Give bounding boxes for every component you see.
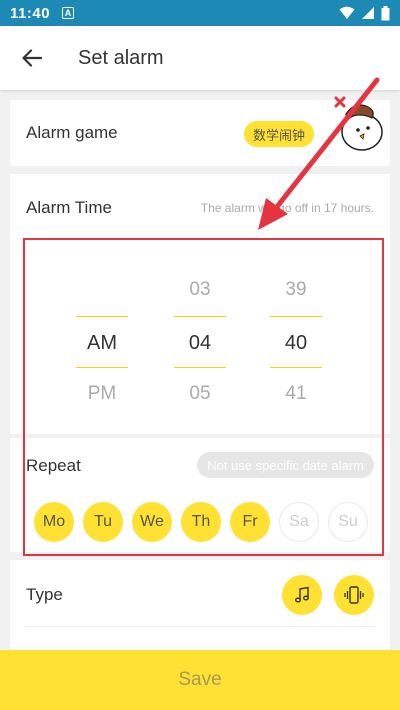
vibrate-type-button[interactable] (334, 575, 374, 615)
weekday-selector: Mo Tu We Th Fr Sa Su (34, 502, 368, 542)
type-label: Type (26, 585, 63, 604)
hour-picker[interactable]: 03 04 05 (174, 264, 226, 414)
minute-above[interactable]: 39 (270, 264, 322, 316)
page-title: Set alarm (78, 46, 164, 69)
day-friday[interactable]: Fr (230, 502, 270, 542)
arrow-left-icon (22, 49, 42, 67)
back-button[interactable] (0, 26, 64, 90)
day-saturday[interactable]: Sa (279, 502, 319, 542)
type-divider (26, 626, 374, 627)
signal-icon (362, 7, 374, 19)
sound-type-button[interactable] (282, 575, 322, 615)
repeat-card: Repeat Not use specific date alarm Mo Tu… (10, 438, 390, 552)
day-sunday[interactable]: Su (328, 502, 368, 542)
alarm-game-label: Alarm game (26, 123, 118, 142)
battery-icon (381, 5, 390, 20)
hour-below[interactable]: 05 (174, 368, 226, 420)
day-thursday[interactable]: Th (181, 502, 221, 542)
alarm-time-card: Alarm Time The alarm will go off in 17 h… (10, 174, 390, 434)
day-tuesday[interactable]: Tu (83, 502, 123, 542)
alarm-game-row[interactable]: Alarm game 数学闹钟 (10, 96, 390, 166)
repeat-label: Repeat (26, 456, 81, 475)
wifi-icon (339, 6, 355, 19)
chick-mascot-icon (334, 96, 383, 151)
specific-date-toggle[interactable]: Not use specific date alarm (197, 452, 374, 478)
save-button[interactable]: Save (0, 650, 400, 710)
alarm-game-badge[interactable]: 数学闹钟 (244, 121, 315, 147)
alarm-time-hint: The alarm will go off in 17 hours. (200, 201, 374, 215)
status-bar: 11:40 A (0, 0, 400, 26)
minute-below[interactable]: 41 (270, 368, 322, 420)
minute-picker[interactable]: 39 40 41 (270, 264, 322, 414)
music-note-icon (295, 586, 309, 603)
day-monday[interactable]: Mo (34, 502, 74, 542)
ampm-above (76, 264, 128, 316)
status-time: 11:40 (10, 4, 51, 22)
app-bar: Set alarm (0, 26, 400, 90)
hour-above[interactable]: 03 (174, 264, 226, 316)
hour-selected: 04 (174, 316, 226, 368)
ampm-selected: AM (76, 316, 128, 368)
alarm-time-label: Alarm Time (26, 198, 112, 217)
ampm-below[interactable]: PM (76, 368, 128, 420)
ampm-picker[interactable]: AM PM (76, 264, 128, 414)
minute-selected: 40 (270, 316, 322, 368)
notification-icon: A (62, 7, 75, 19)
day-wednesday[interactable]: We (132, 502, 172, 542)
vibrate-phone-icon (344, 586, 364, 604)
